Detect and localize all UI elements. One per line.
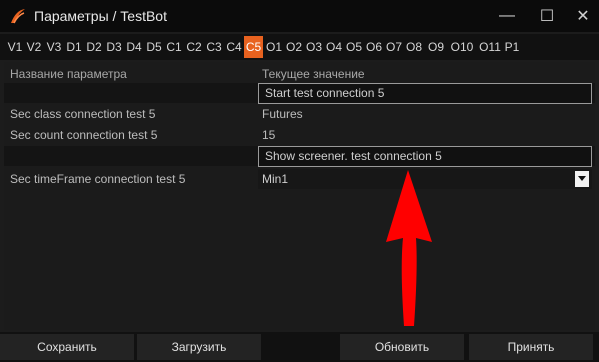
param-row-sec-count: Sec count connection test 5 15 xyxy=(4,125,595,145)
bottom-button-bar: Сохранить Загрузить Обновить Принять xyxy=(0,332,599,362)
tab-o1[interactable]: O1 xyxy=(264,36,284,58)
tab-d1[interactable]: D1 xyxy=(64,36,84,58)
tab-c1[interactable]: C1 xyxy=(164,36,184,58)
red-arrow-annotation-icon xyxy=(386,170,432,326)
tab-d2[interactable]: D2 xyxy=(84,36,104,58)
tab-o11[interactable]: O11 xyxy=(476,36,504,58)
param-name-sec-count: Sec count connection test 5 xyxy=(10,128,158,142)
tab-c3[interactable]: C3 xyxy=(204,36,224,58)
tab-c2[interactable]: C2 xyxy=(184,36,204,58)
app-logo-icon xyxy=(11,9,25,24)
tab-v3[interactable]: V3 xyxy=(44,36,64,58)
tab-c5[interactable]: C5 xyxy=(244,36,263,58)
show-screener-button[interactable]: Show screener. test connection 5 xyxy=(258,146,592,167)
column-header-value: Текущее значение xyxy=(262,67,365,81)
load-button[interactable]: Загрузить xyxy=(137,334,261,360)
param-row-screener: Show screener. test connection 5 xyxy=(4,146,595,167)
param-name-sec-class: Sec class connection test 5 xyxy=(10,107,156,121)
parameters-window: Параметры / TestBot — ☐ ✕ V1 V2 V3 D1 D2… xyxy=(0,0,599,362)
start-test-connection-button[interactable]: Start test connection 5 xyxy=(258,83,592,104)
tab-o2[interactable]: O2 xyxy=(284,36,304,58)
refresh-button[interactable]: Обновить xyxy=(340,334,464,360)
window-title: Параметры / TestBot xyxy=(34,8,167,24)
param-row-timeframe: Sec timeFrame connection test 5 Min1 xyxy=(4,169,595,189)
close-icon[interactable]: ✕ xyxy=(563,0,599,32)
tab-o3[interactable]: O3 xyxy=(304,36,324,58)
save-button[interactable]: Сохранить xyxy=(0,334,134,360)
param-row-sec-class: Sec class connection test 5 Futures xyxy=(4,104,595,124)
timeframe-selected-value: Min1 xyxy=(262,172,289,186)
tab-o8[interactable]: O8 xyxy=(404,36,424,58)
column-header-name: Название параметра xyxy=(10,67,127,81)
dropdown-arrow-icon[interactable] xyxy=(575,171,589,187)
grid-header: Название параметра Текущее значение xyxy=(4,64,595,84)
tab-d3[interactable]: D3 xyxy=(104,36,124,58)
param-row-start: Start test connection 5 xyxy=(4,83,595,104)
parameters-grid: Название параметра Текущее значение Star… xyxy=(4,62,595,330)
tab-o5[interactable]: O5 xyxy=(344,36,364,58)
param-value-sec-count[interactable]: 15 xyxy=(262,128,275,142)
tab-o9[interactable]: O9 xyxy=(424,36,448,58)
title-bar: Параметры / TestBot — ☐ ✕ xyxy=(0,0,599,32)
tab-strip: V1 V2 V3 D1 D2 D3 D4 D5 C1 C2 C3 C4 C5 O… xyxy=(0,34,599,60)
tab-d5[interactable]: D5 xyxy=(144,36,164,58)
accept-button[interactable]: Принять xyxy=(469,334,593,360)
tab-o7[interactable]: O7 xyxy=(384,36,404,58)
maximize-icon[interactable]: ☐ xyxy=(527,0,567,32)
tab-o10[interactable]: O10 xyxy=(448,36,476,58)
tab-p1[interactable]: P1 xyxy=(502,36,522,58)
tab-c4[interactable]: C4 xyxy=(224,36,244,58)
tab-v2[interactable]: V2 xyxy=(24,36,44,58)
minimize-icon[interactable]: — xyxy=(487,0,527,32)
tab-o6[interactable]: O6 xyxy=(364,36,384,58)
param-value-sec-class[interactable]: Futures xyxy=(262,107,303,121)
tab-d4[interactable]: D4 xyxy=(124,36,144,58)
tab-v1[interactable]: V1 xyxy=(4,36,26,58)
param-name-timeframe: Sec timeFrame connection test 5 xyxy=(10,172,186,186)
tab-o4[interactable]: O4 xyxy=(324,36,344,58)
